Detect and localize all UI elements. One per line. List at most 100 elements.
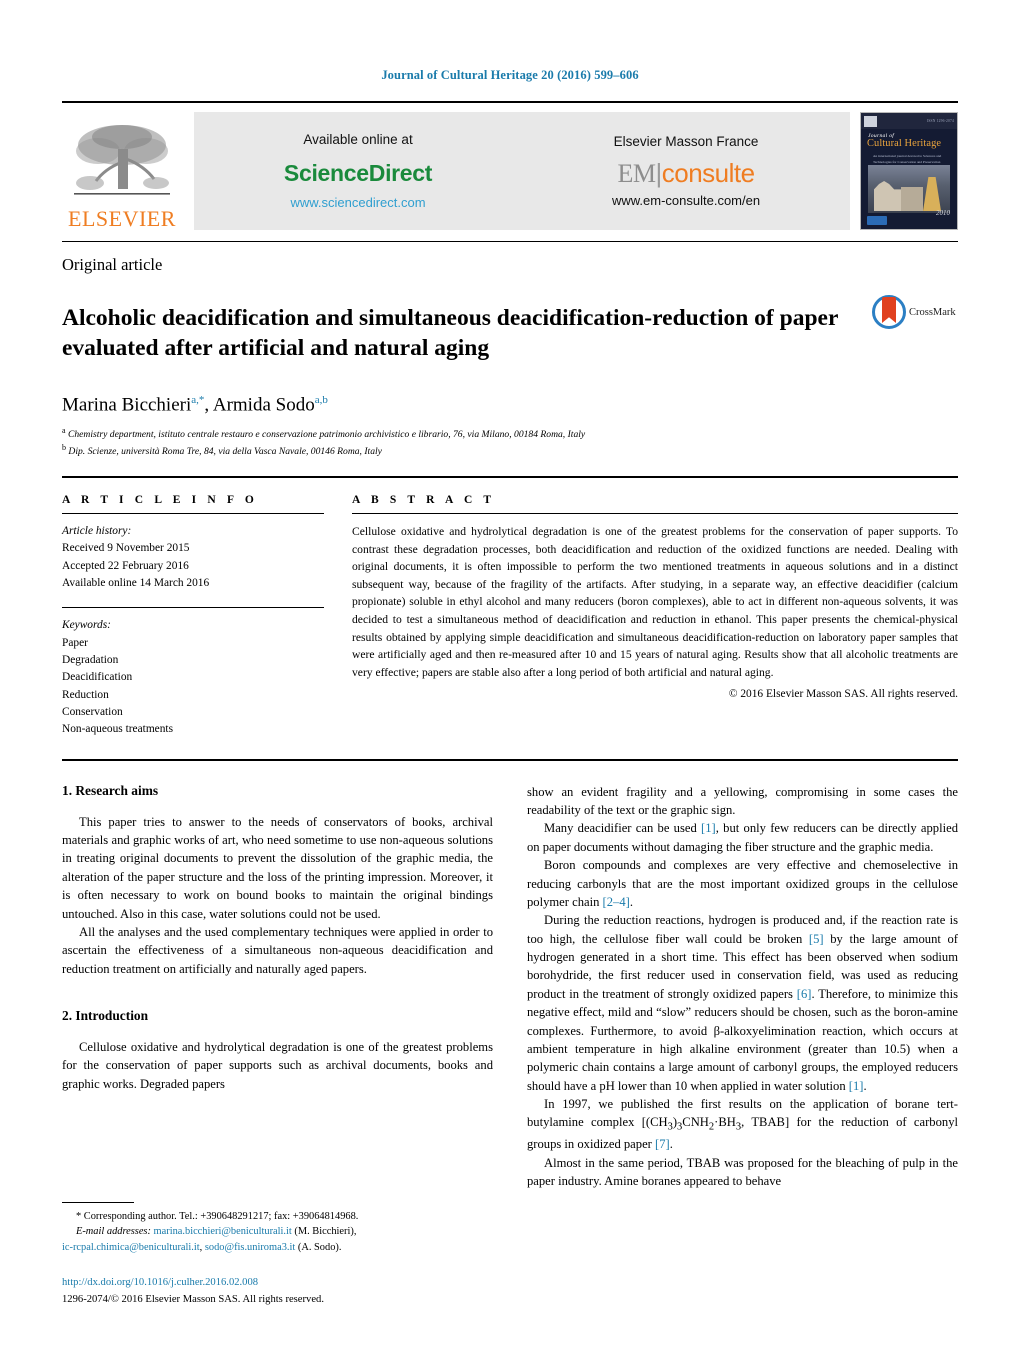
section-heading-research-aims: 1. Research aims — [62, 782, 159, 798]
text-run: Boron compounds and complexes are very e… — [527, 858, 958, 909]
sciencedirect-url[interactable]: www.sciencedirect.com — [284, 194, 432, 212]
author-1-affil-marker[interactable]: a,* — [191, 394, 204, 406]
citation-ref[interactable]: [7] — [655, 1137, 670, 1151]
page-title: Alcoholic deacidification and simultaneo… — [62, 304, 838, 362]
author-separator: , — [204, 393, 213, 415]
text-run: . — [669, 1137, 673, 1152]
affiliation-b-text: Dip. Scienze, università Roma Tre, 84, v… — [68, 446, 382, 458]
affiliation-a-text: Chemistry department, istituto centrale … — [67, 429, 586, 441]
cover-issn: ISSN 1296-2074 — [926, 119, 954, 123]
paragraph: Almost in the same period, TBAB was prop… — [527, 1155, 958, 1188]
email-link-3[interactable]: sodo@fis.uniroma3.it — [205, 1242, 295, 1253]
issn-copyright-line: 1296-2074/© 2016 Elsevier Masson SAS. Al… — [62, 1293, 324, 1305]
text-run: . — [629, 894, 633, 909]
abstract-column: A B S T R A C T Cellulose oxidative and … — [352, 494, 958, 739]
author-name-2: Armida Sodo — [212, 393, 315, 415]
footnote-corresponding-author: * Corresponding author. Tel.: +390648291… — [62, 1209, 493, 1256]
cover-volume: 2010 — [936, 209, 950, 217]
availability-banner: Available online at ScienceDirect www.sc… — [194, 112, 850, 230]
footnote-email-line: E-mail addresses: marina.bicchieri@benic… — [62, 1224, 493, 1240]
article-type-label: Original article — [62, 255, 163, 274]
text-run: Many deacidifier can be used — [544, 821, 702, 836]
cover-photo — [868, 165, 950, 213]
footnote-tel-line: * Corresponding author. Tel.: +390648291… — [76, 1210, 359, 1222]
citation-ref[interactable]: [2–4] — [603, 895, 630, 909]
citation-ref[interactable]: [6] — [797, 987, 812, 1001]
affiliation-list: a Chemistry department, istituto central… — [62, 425, 958, 460]
section-heading-introduction: 2. Introduction — [62, 1008, 149, 1024]
available-online-label: Available online at — [303, 131, 413, 147]
journal-cover-thumbnail: ISSN 1296-2074 Journal of Cultural Herit… — [860, 112, 958, 230]
cover-badge-icon — [867, 216, 887, 225]
keyword-item: Paper — [62, 636, 88, 649]
article-info-rule — [62, 513, 324, 515]
abstract-label: A B S T R A C T — [352, 494, 496, 507]
text-run: ·BH — [714, 1115, 736, 1130]
article-history-block: Article history: Received 9 November 201… — [62, 523, 324, 592]
doi-block: http://dx.doi.org/10.1016/j.culher.2016.… — [62, 1275, 493, 1308]
paragraph: During the reduction reactions, hydrogen… — [527, 911, 958, 1095]
masthead: ELSEVIER Available online at ScienceDire… — [62, 101, 958, 230]
email-addresses-label: E-mail addresses: — [76, 1226, 151, 1238]
author-name-1: Marina Bicchieri — [62, 393, 192, 415]
cover-topbar: ISSN 1296-2074 — [861, 113, 957, 129]
author-list: Marina Bicchieria,*, Armida Sodoa,b — [62, 394, 958, 416]
body-columns: 1. Research aims This paper tries to ans… — [62, 783, 958, 1309]
article-history-label: Article history: — [62, 525, 132, 538]
abstract-text: Cellulose oxidative and hydrolytical deg… — [352, 525, 958, 679]
em-prefix: EM — [617, 158, 656, 188]
keywords-block: Keywords: Paper Degradation Deacidificat… — [62, 617, 324, 738]
em-consulte-wordmark: EM|consulte — [612, 160, 760, 187]
citation-ref[interactable]: [1] — [849, 1079, 864, 1093]
crossmark-label: CrossMark — [909, 306, 956, 318]
masthead-divider — [62, 241, 958, 242]
footnote-area: * Corresponding author. Tel.: +390648291… — [62, 1201, 493, 1309]
affiliation-b: b Dip. Scienze, università Roma Tre, 84,… — [62, 442, 958, 460]
cover-title: Cultural Heritage — [867, 138, 942, 149]
em-suffix: consulte — [661, 157, 755, 188]
affiliation-a-marker: a — [62, 425, 66, 435]
email-link-1[interactable]: marina.bicchieri@beniculturali.it — [154, 1226, 292, 1237]
em-consulte-block: Elsevier Masson France EM|consulte www.e… — [612, 133, 760, 210]
paragraph: show an evident fragility and a yellowin… — [527, 784, 958, 818]
paragraph: In 1997, we published the first results … — [527, 1095, 958, 1154]
title-row: Alcoholic deacidification and simultaneo… — [62, 287, 958, 380]
author-2-affil-marker[interactable]: a,b — [315, 394, 328, 406]
citation-ref[interactable]: [1] — [701, 821, 716, 835]
crossmark-icon — [872, 295, 906, 329]
keyword-item: Non-aqueous treatments — [62, 723, 174, 736]
crossmark-badge[interactable]: CrossMark — [872, 287, 958, 329]
article-info-label: A R T I C L E I N F O — [62, 494, 258, 507]
keyword-item: Conservation — [62, 706, 123, 718]
body-column-right: show an evident fragility and a yellowin… — [527, 783, 958, 1309]
article-accepted: Accepted 22 February 2016 — [62, 559, 189, 572]
sciencedirect-wordmark: ScienceDirect — [283, 159, 433, 186]
article-received: Received 9 November 2015 — [62, 542, 190, 555]
elsevier-logo: ELSEVIER — [62, 112, 182, 230]
info-divider — [62, 476, 958, 479]
email-owner-2: (A. Sodo). — [295, 1241, 342, 1253]
article-info-column: A R T I C L E I N F O Article history: R… — [62, 494, 352, 739]
article-page: Journal of Cultural Heritage 20 (2016) 5… — [0, 0, 1020, 1351]
publisher-label: Elsevier Masson France — [613, 133, 759, 149]
body-column-left: 1. Research aims This paper tries to ans… — [62, 783, 493, 1309]
em-consulte-url[interactable]: www.em-consulte.com/en — [612, 192, 760, 210]
cover-subtitle: An international journal devoted to Scie… — [873, 154, 942, 164]
affiliation-a: a Chemistry department, istituto central… — [62, 425, 958, 443]
paragraph: Many deacidifier can be used [1], but on… — [527, 819, 958, 856]
sciencedirect-block: Available online at ScienceDirect www.sc… — [283, 131, 433, 212]
keywords-label: Keywords: — [62, 619, 111, 632]
keyword-item: Reduction — [62, 688, 109, 701]
info-abstract-section: A R T I C L E I N F O Article history: R… — [62, 494, 958, 739]
footnote-rule — [62, 1201, 134, 1203]
abstract-copyright: © 2016 Elsevier Masson SAS. All rights r… — [728, 687, 958, 700]
footnote-email-line-2: ic-rcpal.chimica@beniculturali.it, sodo@… — [62, 1240, 493, 1256]
email-link-2[interactable]: ic-rcpal.chimica@beniculturali.it — [62, 1242, 200, 1253]
doi-link[interactable]: http://dx.doi.org/10.1016/j.culher.2016.… — [62, 1275, 493, 1291]
paragraph: All the analyses and the used complement… — [62, 924, 493, 976]
elsevier-wordmark: ELSEVIER — [68, 206, 176, 231]
email-owner-1: (M. Bicchieri), — [291, 1226, 357, 1238]
citation-ref[interactable]: [5] — [809, 932, 824, 946]
body-divider — [62, 758, 958, 761]
keyword-item: Deacidification — [62, 671, 133, 684]
